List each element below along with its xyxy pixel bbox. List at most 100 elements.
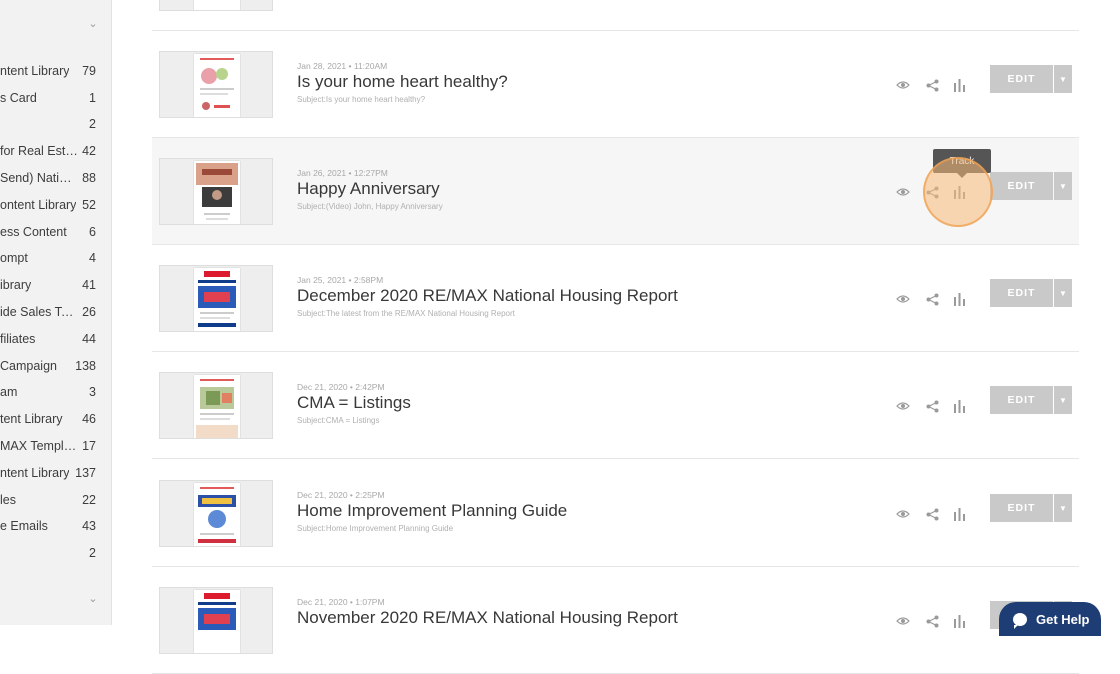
sidebar-item[interactable]: ide Sales Team 26 [0,299,111,325]
sidebar-item[interactable]: ntent Library 79 [0,58,111,84]
chevron-down-icon[interactable]: ▼ [1054,279,1072,307]
sidebar-item[interactable]: MAX Templa… 17 [0,433,111,459]
chevron-down-icon[interactable]: ⌄ [86,17,100,31]
email-subject: Subject:Home Improvement Planning Guide [297,524,454,533]
email-title[interactable]: CMA = Listings [297,393,411,413]
sidebar-item-label: ess Content [0,225,67,239]
sidebar-item[interactable]: Send) Natio… 88 [0,165,111,191]
edit-button[interactable]: EDIT [990,172,1053,200]
email-thumbnail[interactable] [159,158,273,225]
sidebar-item-label: s Card [0,91,37,105]
email-thumbnail[interactable] [159,265,273,332]
email-title[interactable]: December 2020 RE/MAX National Housing Re… [297,286,678,306]
sidebar-item[interactable]: Campaign 138 [0,353,111,379]
share-icon[interactable] [922,289,942,309]
track-chart-icon[interactable] [949,396,969,416]
sidebar-item-count: 4 [89,251,96,265]
preview-eye-icon[interactable] [893,504,913,524]
sidebar: ⌄ ntent Library 79 s Card 1 2 for Real Est… [0,0,112,625]
sidebar-item[interactable]: ontent Library 52 [0,192,111,218]
preview-eye-icon[interactable] [893,182,913,202]
preview-eye-icon[interactable] [893,75,913,95]
sidebar-item-label: ntent Library [0,466,70,480]
click-highlight [923,157,993,227]
sidebar-item[interactable]: 2 [0,111,111,137]
email-thumbnail[interactable] [159,51,273,118]
email-date: Dec 21, 2020 • 2:25PM [297,490,385,500]
email-subject: Subject:CMA = Listings [297,416,380,425]
email-thumbnail[interactable] [159,587,273,654]
sidebar-item[interactable]: les 22 [0,487,111,513]
sidebar-item-count: 2 [89,117,96,131]
edit-button[interactable]: EDIT [990,494,1053,522]
track-chart-icon[interactable] [949,611,969,631]
share-icon[interactable] [922,611,942,631]
sidebar-item-count: 88 [82,171,96,185]
sidebar-item[interactable]: ntent Library 137 [0,460,111,486]
sidebar-item[interactable]: ess Content 6 [0,219,111,245]
list-item[interactable]: Jan 25, 2021 • 2:58PM December 2020 RE/M… [152,245,1079,352]
sidebar-item-count: 3 [89,385,96,399]
sidebar-item[interactable]: ibrary 41 [0,272,111,298]
track-chart-icon[interactable] [949,289,969,309]
email-title[interactable]: November 2020 RE/MAX National Housing Re… [297,608,678,628]
sidebar-item[interactable]: for Real Estate 42 [0,138,111,164]
list-item[interactable]: Dec 21, 2020 • 1:07PM November 2020 RE/M… [152,567,1079,674]
share-icon[interactable] [922,504,942,524]
share-icon[interactable] [922,75,942,95]
sidebar-item-count: 43 [82,519,96,533]
share-icon[interactable] [922,396,942,416]
email-thumbnail[interactable] [159,480,273,547]
sidebar-item[interactable]: s Card 1 [0,85,111,111]
get-help-button[interactable]: Get Help [999,602,1101,636]
preview-eye-icon[interactable] [893,611,913,631]
track-chart-icon[interactable] [949,75,969,95]
preview-eye-icon[interactable] [893,396,913,416]
sidebar-item-count: 79 [82,64,96,78]
edit-button[interactable]: EDIT [990,65,1053,93]
list-item[interactable]: Dec 21, 2020 • 2:42PM CMA = Listings Sub… [152,352,1079,459]
chevron-down-icon[interactable]: ⌄ [86,592,100,606]
email-title[interactable]: Home Improvement Planning Guide [297,501,567,521]
chevron-down-icon[interactable]: ▼ [1054,172,1072,200]
sidebar-item-count: 44 [82,332,96,346]
email-subject: Subject:The latest from the RE/MAX Natio… [297,309,515,318]
sidebar-item-count: 26 [82,305,96,319]
email-date: Jan 26, 2021 • 12:27PM [297,168,388,178]
list-item[interactable]: Jan 28, 2021 • 11:20AM Is your home hear… [152,31,1079,138]
get-help-label: Get Help [1036,611,1090,627]
email-date: Dec 21, 2020 • 2:42PM [297,382,385,392]
list-item[interactable] [152,0,1079,31]
chevron-down-icon[interactable]: ▼ [1054,494,1072,522]
email-title[interactable]: Is your home heart healthy? [297,72,508,92]
email-subject: Subject:Is your home heart healthy? [297,95,426,104]
sidebar-item-count: 42 [82,144,96,158]
email-thumbnail[interactable] [159,0,273,11]
edit-button[interactable]: EDIT [990,386,1053,414]
list-item[interactable]: Dec 21, 2020 • 2:25PM Home Improvement P… [152,460,1079,567]
sidebar-item-label: tent Library [0,412,63,426]
sidebar-item[interactable]: tent Library 46 [0,406,111,432]
sidebar-item-label: Send) Natio… [0,171,78,185]
sidebar-item[interactable]: ompt 4 [0,245,111,271]
sidebar-item-label: ide Sales Team [0,305,78,319]
chevron-down-icon[interactable]: ▼ [1054,386,1072,414]
track-chart-icon[interactable] [949,504,969,524]
sidebar-item[interactable]: 2 [0,540,111,566]
email-title[interactable]: Happy Anniversary [297,179,440,199]
edit-button[interactable]: EDIT [990,279,1053,307]
sidebar-item-label: ntent Library [0,64,70,78]
sidebar-item-label: les [0,493,16,507]
sidebar-item-count: 17 [82,439,96,453]
preview-eye-icon[interactable] [893,289,913,309]
email-date: Dec 21, 2020 • 1:07PM [297,597,385,607]
sidebar-item[interactable]: e Emails 43 [0,513,111,539]
email-thumbnail[interactable] [159,372,273,439]
email-list: Jan 28, 2021 • 11:20AM Is your home hear… [112,0,1120,674]
sidebar-item-count: 138 [75,359,96,373]
sidebar-item[interactable]: filiates 44 [0,326,111,352]
email-date: Jan 28, 2021 • 11:20AM [297,61,388,71]
chat-bubble-icon [1013,612,1027,629]
chevron-down-icon[interactable]: ▼ [1054,65,1072,93]
sidebar-item[interactable]: am 3 [0,379,111,405]
